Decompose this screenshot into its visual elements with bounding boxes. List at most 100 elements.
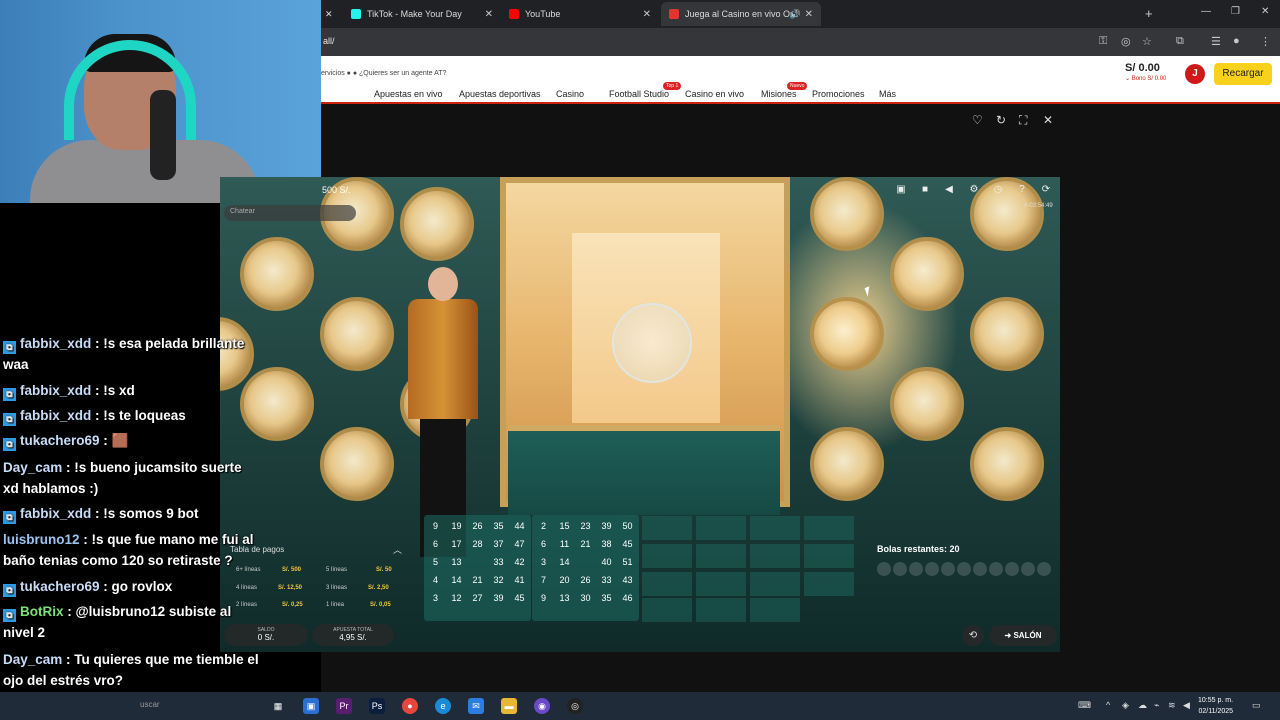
screen-icon[interactable]: ▣: [894, 183, 908, 197]
nav-casino[interactable]: Casino: [556, 89, 584, 99]
fullscreen-icon[interactable]: ⛶: [1019, 113, 1027, 128]
media-icon[interactable]: ☰: [1211, 35, 1221, 48]
nav-misiones[interactable]: Misiones: [761, 89, 797, 99]
obs-icon[interactable]: ◎: [567, 698, 583, 714]
windows-taskbar: uscar ▦ ▣ Pr Ps ● e ✉ ▬ ◉ ◎ ⌨ ^ ◈ ☁ ⌁ ≋ …: [0, 692, 1280, 720]
discord-icon[interactable]: ◉: [534, 698, 550, 714]
nav-apuestas-en-vivo[interactable]: Apuestas en vivo: [374, 89, 443, 99]
help-icon[interactable]: ?: [1015, 183, 1029, 197]
profile-avatar-icon[interactable]: ●: [1233, 35, 1240, 47]
chat-username[interactable]: fabbix_xdd: [20, 336, 91, 351]
close-window-button[interactable]: ✕: [1261, 6, 1269, 17]
live-video-stream[interactable]: [220, 177, 1060, 652]
mini-bingo-card[interactable]: [804, 544, 854, 568]
menu-kebab-icon[interactable]: ⋮: [1260, 35, 1271, 48]
cloud-icon[interactable]: ☁: [1138, 700, 1147, 711]
close-icon[interactable]: ✕: [805, 9, 813, 20]
edge-icon[interactable]: e: [435, 698, 451, 714]
chat-username[interactable]: Day_cam: [3, 460, 62, 475]
mini-bingo-card[interactable]: [696, 544, 746, 568]
photoshop-icon[interactable]: Ps: [369, 698, 385, 714]
nav-casino-en-vivo[interactable]: Casino en vivo: [685, 89, 744, 99]
password-key-icon[interactable]: ⚿: [1099, 35, 1107, 48]
extensions-icon[interactable]: ⧉: [1176, 35, 1184, 48]
eye-off-icon[interactable]: ◎: [1121, 35, 1131, 48]
mini-bingo-card[interactable]: [642, 544, 692, 568]
mini-bingo-card[interactable]: [642, 572, 692, 596]
heart-icon[interactable]: ♡: [972, 113, 983, 127]
new-tab-button[interactable]: +: [1145, 6, 1153, 21]
address-bar[interactable]: all/ ⚿ ◎ ☆ ⧉ ☰ ● ⋮: [321, 28, 1280, 56]
nav-mas[interactable]: Más: [879, 89, 896, 99]
chat-username[interactable]: Day_cam: [3, 652, 62, 667]
tab-youtube[interactable]: YouTube ✕: [501, 2, 659, 26]
close-game-icon[interactable]: ✕: [1043, 113, 1053, 127]
mini-bingo-card[interactable]: [750, 516, 800, 540]
premiere-icon[interactable]: Pr: [336, 698, 352, 714]
chat-username[interactable]: fabbix_xdd: [20, 506, 91, 521]
mini-bingo-card[interactable]: [642, 516, 692, 540]
chat-username[interactable]: fabbix_xdd: [20, 383, 91, 398]
chat-username[interactable]: tukachero69: [20, 579, 100, 594]
chat-username[interactable]: luisbruno12: [3, 532, 80, 547]
tray-chevron-icon[interactable]: ^: [1106, 700, 1110, 710]
usb-icon[interactable]: ⌁: [1154, 700, 1159, 711]
chevron-up-icon[interactable]: ︿: [393, 543, 402, 556]
task-view-icon[interactable]: ▦: [270, 698, 286, 714]
url-text[interactable]: all/: [323, 36, 335, 46]
minimize-button[interactable]: —: [1201, 6, 1211, 17]
chat-input[interactable]: Chatear: [224, 205, 356, 221]
volume-icon[interactable]: ◀: [942, 183, 956, 197]
bingo-card-2[interactable]: 2 15 23 39 50 6 11 21 38 45 3 14 40 51 7 20 26 33 43 9 13 30 3…: [532, 515, 639, 621]
recargar-button[interactable]: Recargar: [1214, 63, 1272, 85]
microphone-icon: [150, 90, 176, 180]
mini-bingo-card[interactable]: [750, 598, 800, 622]
site-top-links[interactable]: ervicios ● ● ¿Quieres ser un agente AT?: [321, 70, 446, 77]
taskbar-search[interactable]: uscar: [140, 700, 160, 709]
salon-button[interactable]: ➜ SALÓN: [989, 625, 1057, 646]
mini-bingo-card[interactable]: [750, 572, 800, 596]
history-icon[interactable]: ◷: [991, 183, 1005, 197]
notification-icon[interactable]: ▭: [1252, 700, 1261, 711]
folder-icon[interactable]: ▬: [501, 698, 517, 714]
bonus-amount[interactable]: ⌄ Bono S/ 0.00: [1125, 75, 1166, 82]
wifi-icon[interactable]: ≋: [1168, 700, 1176, 711]
store-icon[interactable]: ▣: [303, 698, 319, 714]
settings-gear-icon[interactable]: ⚙: [967, 183, 981, 197]
mini-bingo-card[interactable]: [696, 516, 746, 540]
repeat-bet-icon[interactable]: ⟲: [962, 625, 984, 646]
chrome-icon[interactable]: ●: [402, 698, 418, 714]
maximize-button[interactable]: ❐: [1231, 6, 1240, 17]
mini-bingo-card[interactable]: [750, 544, 800, 568]
chat-username[interactable]: BotRix: [20, 604, 64, 619]
user-avatar[interactable]: J: [1185, 64, 1205, 84]
tab-casino[interactable]: Juega al Casino en vivo Onl 🔊 ✕: [661, 2, 821, 26]
mini-bingo-card[interactable]: [642, 598, 692, 622]
chat-username[interactable]: tukachero69: [20, 433, 100, 448]
keyboard-icon[interactable]: ⌨: [1078, 700, 1091, 711]
refresh-icon[interactable]: ↻: [996, 113, 1006, 127]
close-icon[interactable]: ✕: [485, 9, 493, 20]
sync-icon[interactable]: ⟳: [1039, 183, 1053, 197]
chat-username[interactable]: fabbix_xdd: [20, 408, 91, 423]
speaker-icon[interactable]: 🔊: [790, 9, 801, 20]
tab-tiktok[interactable]: TikTok - Make Your Day ✕: [343, 2, 501, 26]
nav-football-studio[interactable]: Football Studio: [609, 89, 669, 99]
bookmark-star-icon[interactable]: ☆: [1142, 35, 1152, 48]
network-icon[interactable]: ◈: [1122, 700, 1129, 711]
bingo-cell: 6: [540, 539, 546, 549]
mini-bingo-card[interactable]: [804, 516, 854, 540]
volume-tray-icon[interactable]: ◀: [1183, 700, 1190, 711]
close-icon[interactable]: ✕: [643, 9, 651, 20]
mini-bingo-card[interactable]: [804, 572, 854, 596]
mini-bingo-card[interactable]: [696, 598, 746, 622]
camera-icon[interactable]: ■: [918, 183, 932, 197]
nav-promociones[interactable]: Promociones: [812, 89, 865, 99]
taskbar-clock[interactable]: 10:55 p. m. 02/11/2025: [1198, 695, 1233, 717]
tab-close-partial[interactable]: ✕: [321, 2, 337, 26]
mini-bingo-card[interactable]: [696, 572, 746, 596]
bingo-card-1[interactable]: 9 19 26 35 44 6 17 28 37 47 5 13 33 42 4 14 21 32 41 3 12 27 3…: [424, 515, 531, 621]
balance-amount[interactable]: S/ 0.00: [1125, 62, 1160, 74]
mail-icon[interactable]: ✉: [468, 698, 484, 714]
nav-apuestas-deportivas[interactable]: Apuestas deportivas: [459, 89, 541, 99]
